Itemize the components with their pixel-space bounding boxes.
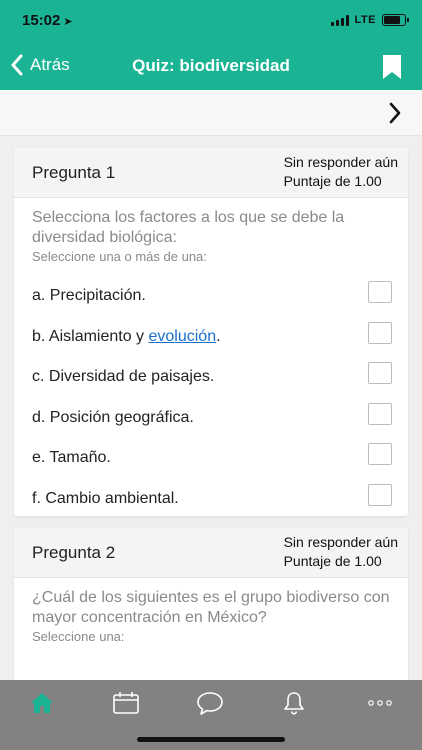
tab-home[interactable]	[27, 688, 57, 718]
nav-bar: Atrás Quiz: biodiversidad	[0, 44, 422, 90]
status-indicators: LTE	[330, 14, 409, 26]
option-label: a. Precipitación.	[32, 287, 146, 304]
option-label: e. Tamaño.	[32, 449, 111, 466]
bell-icon	[284, 692, 304, 715]
question-status: Sin responder aún Puntaje de 1.00	[284, 533, 398, 571]
question-toolbar	[0, 90, 422, 136]
tab-calendar[interactable]	[111, 688, 141, 718]
option-label: f. Cambio ambiental.	[32, 489, 179, 507]
option-a[interactable]: a. Precipitación.	[14, 278, 408, 319]
option-checkbox[interactable]	[368, 281, 392, 303]
location-arrow-icon: ➤	[63, 16, 73, 28]
question-text: ¿Cuál de los siguientes es el grupo biod…	[32, 589, 390, 626]
option-label: c. Diversidad de paisajes.	[32, 368, 215, 385]
home-indicator	[137, 737, 285, 742]
option-label: d. Posición geográfica.	[32, 408, 194, 426]
options-list: a. Precipitación. b. Aislamiento y evolu…	[14, 264, 408, 521]
option-d[interactable]: d. Posición geográfica.	[14, 400, 408, 441]
option-checkbox[interactable]	[368, 483, 392, 506]
clock-text: 15:02	[22, 12, 61, 29]
calendar-icon	[113, 692, 139, 714]
question-hint: Seleccione una o más de una:	[32, 249, 207, 264]
option-c[interactable]: c. Diversidad de paisajes.	[14, 359, 408, 400]
chevron-right-icon[interactable]	[388, 102, 402, 124]
status-time: 15:02 ➤	[22, 12, 73, 29]
more-icon	[368, 700, 392, 706]
answer-status: Sin responder aún	[283, 534, 398, 550]
option-f[interactable]: f. Cambio ambiental.	[14, 481, 408, 522]
chat-icon	[197, 692, 223, 715]
tab-messages[interactable]	[195, 688, 225, 718]
option-checkbox[interactable]	[368, 443, 392, 465]
network-label: LTE	[354, 14, 376, 26]
option-e[interactable]: e. Tamaño.	[14, 440, 408, 481]
question-header: Pregunta 1 Sin responder aún Puntaje de …	[14, 148, 408, 198]
tab-notifications[interactable]	[279, 688, 309, 718]
question-card-2: Pregunta 2 Sin responder aún Puntaje de …	[14, 528, 408, 698]
option-checkbox[interactable]	[368, 321, 392, 344]
question-score: Puntaje de 1.00	[283, 553, 382, 569]
question-hint: Seleccione una:	[32, 629, 125, 644]
question-card-1: Pregunta 1 Sin responder aún Puntaje de …	[14, 148, 408, 516]
status-bar: 15:02 ➤ LTE	[0, 0, 422, 44]
home-icon	[31, 693, 53, 713]
battery-icon	[382, 14, 409, 26]
bookmark-icon[interactable]	[382, 54, 402, 80]
option-b[interactable]: b. Aislamiento y evolución.	[14, 319, 408, 360]
answer-status: Sin responder aún	[283, 154, 398, 170]
question-status: Sin responder aún Puntaje de 1.00	[284, 153, 398, 191]
question-text: Selecciona los factores a los que se deb…	[32, 209, 345, 246]
option-label-suffix: .	[216, 327, 221, 345]
signal-icon	[330, 14, 349, 26]
option-label: b. Aislamiento y evolución.	[32, 328, 221, 346]
question-title: Pregunta 1	[32, 163, 116, 182]
page-title: Quiz: biodiversidad	[132, 56, 290, 75]
option-label-text: b. Aislamiento y	[32, 327, 149, 345]
question-header: Pregunta 2 Sin responder aún Puntaje de …	[14, 528, 408, 578]
question-score: Puntaje de 1.00	[283, 173, 382, 189]
option-checkbox[interactable]	[368, 402, 392, 425]
question-title: Pregunta 2	[32, 543, 116, 562]
evolution-link[interactable]: evolución	[149, 328, 217, 345]
tab-more[interactable]	[365, 688, 395, 718]
option-checkbox[interactable]	[368, 362, 392, 384]
